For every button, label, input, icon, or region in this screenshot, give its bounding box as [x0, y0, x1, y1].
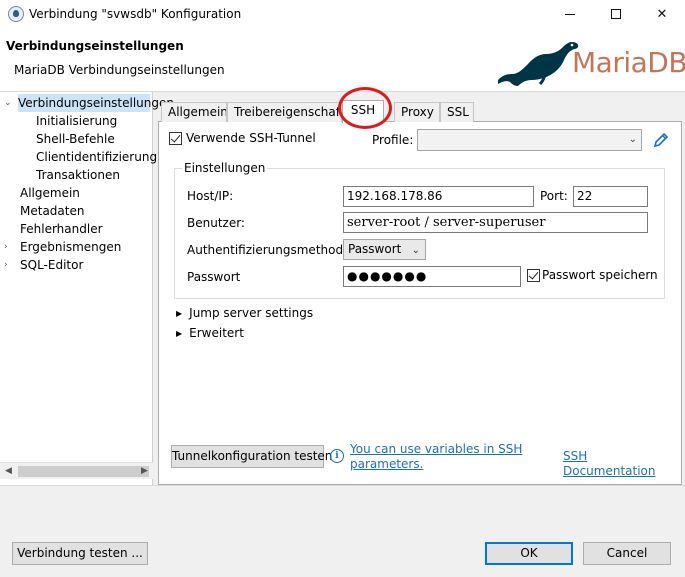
- page-title: Verbindungseinstellungen: [6, 39, 184, 53]
- maximize-icon: [611, 9, 621, 19]
- tree-item-verbindungseinstellungen[interactable]: Verbindungseinstellungen: [18, 94, 174, 112]
- password-input[interactable]: ●●●●●●●: [343, 266, 521, 287]
- close-button[interactable]: ✕: [639, 0, 685, 28]
- sea-lion-icon: [498, 42, 579, 86]
- save-password-label: Passwort speichern: [542, 268, 658, 282]
- tree-item-shell-befehle[interactable]: Shell-Befehle: [36, 130, 115, 148]
- password-label: Passwort: [187, 270, 241, 284]
- settings-legend: Einstellungen: [182, 161, 268, 175]
- chevron-down-icon: ⌄: [411, 245, 420, 256]
- tree-item-clientidentifizierung[interactable]: Clientidentifizierung: [36, 148, 157, 166]
- ssh-variables-link-line1: You can use variables in SSH: [350, 442, 523, 456]
- port-label: Port:: [540, 189, 568, 203]
- tab-bar: Allgemein Treibereigenschaften SSH Proxy…: [158, 87, 682, 129]
- save-password-checkbox[interactable]: [527, 269, 540, 282]
- minimize-button[interactable]: [547, 0, 593, 28]
- tab-treibereigenschaften[interactable]: Treibereigenschaften: [227, 102, 342, 122]
- minimize-icon: [565, 13, 575, 15]
- jump-server-expander[interactable]: ▶ Jump server settings: [176, 306, 313, 320]
- tree-item-metadaten[interactable]: Metadaten: [20, 202, 84, 220]
- use-ssh-tunnel-label: Verwende SSH-Tunnel: [186, 131, 316, 145]
- dialog-footer: Verbindung testen ... OK Cancel: [0, 485, 685, 577]
- user-input[interactable]: server-root / server-superuser: [343, 212, 648, 233]
- expanded-arrow-icon[interactable]: ⌄: [4, 94, 14, 112]
- auth-method-select[interactable]: Passwort ⌄: [343, 239, 426, 260]
- ssh-variables-link[interactable]: You can use variables in SSH parameters.: [350, 442, 522, 472]
- mariadb-logo-text: MariaDB: [572, 46, 685, 79]
- use-ssh-tunnel-checkbox[interactable]: [169, 132, 182, 145]
- collapsed-arrow-icon[interactable]: ›: [4, 256, 14, 274]
- maximize-button[interactable]: [593, 0, 639, 28]
- tab-allgemein[interactable]: Allgemein: [161, 102, 227, 122]
- dbeaver-app-icon: [8, 6, 24, 22]
- close-icon: ✕: [656, 6, 668, 22]
- ssh-documentation-link[interactable]: SSH Documentation: [563, 449, 681, 479]
- chevron-down-icon: ⌄: [628, 134, 637, 145]
- profile-label: Profile:: [372, 133, 414, 147]
- page-header: Verbindungseinstellungen MariaDB Verbind…: [0, 28, 685, 92]
- auth-method-label: Authentifizierungsmethode:: [187, 243, 355, 257]
- info-icon: i: [330, 449, 344, 463]
- test-connection-button[interactable]: Verbindung testen ...: [12, 542, 148, 565]
- page-subtitle: MariaDB Verbindungseinstellungen: [14, 63, 225, 77]
- main-content: Allgemein Treibereigenschaften SSH Proxy…: [158, 87, 682, 485]
- advanced-label: Erweitert: [189, 326, 244, 340]
- tree-item-transaktionen[interactable]: Transaktionen: [36, 166, 120, 184]
- tab-ssl[interactable]: SSL: [440, 102, 474, 122]
- tree-item-initialisierung[interactable]: Initialisierung: [36, 112, 117, 130]
- expand-triangle-icon: ▶: [176, 329, 183, 338]
- settings-tree[interactable]: ⌄ Verbindungseinstellungen Initialisieru…: [0, 92, 174, 485]
- cancel-button[interactable]: Cancel: [583, 542, 671, 565]
- mariadb-logo: MariaDB: [492, 30, 685, 88]
- tree-item-fehlerhandler[interactable]: Fehlerhandler: [20, 220, 103, 238]
- tab-proxy[interactable]: Proxy: [394, 102, 440, 122]
- ssh-variables-link-line2: parameters.: [350, 457, 424, 471]
- edit-profile-icon[interactable]: [652, 131, 670, 149]
- expand-triangle-icon: ▶: [176, 309, 183, 318]
- ok-button[interactable]: OK: [485, 542, 573, 565]
- tree-item-sql-editor[interactable]: SQL-Editor: [20, 256, 83, 274]
- horizontal-scrollbar[interactable]: ◀ ▶: [0, 462, 153, 479]
- jump-server-label: Jump server settings: [189, 306, 314, 320]
- auth-method-value: Passwort: [348, 242, 402, 256]
- title-bar: Verbindung "svwsdb" Konfiguration ✕: [0, 0, 685, 28]
- collapsed-arrow-icon[interactable]: ›: [4, 238, 14, 256]
- profile-select[interactable]: ⌄: [417, 129, 642, 151]
- advanced-expander[interactable]: ▶ Erweitert: [176, 326, 244, 340]
- host-input[interactable]: 192.168.178.86: [343, 186, 534, 207]
- tree-item-ergebnismengen[interactable]: Ergebnismengen: [20, 238, 121, 256]
- host-label: Host/IP:: [187, 189, 234, 203]
- window-title: Verbindung "svwsdb" Konfiguration: [29, 7, 242, 21]
- settings-group: Einstellungen Host/IP: 192.168.178.86 Po…: [174, 161, 665, 299]
- scroll-left-icon[interactable]: ◀: [0, 463, 17, 480]
- scrollbar-thumb[interactable]: [18, 466, 149, 477]
- scroll-right-icon[interactable]: ▶: [136, 463, 153, 480]
- tree-item-allgemein[interactable]: Allgemein: [20, 184, 80, 202]
- ssh-settings-panel: Verwende SSH-Tunnel Profile: ⌄ Einstellu…: [158, 122, 682, 485]
- user-label: Benutzer:: [187, 216, 245, 230]
- test-tunnel-button[interactable]: Tunnelkonfiguration testen: [171, 445, 332, 468]
- port-input[interactable]: 22: [573, 186, 648, 207]
- tab-ssh[interactable]: SSH: [342, 100, 384, 123]
